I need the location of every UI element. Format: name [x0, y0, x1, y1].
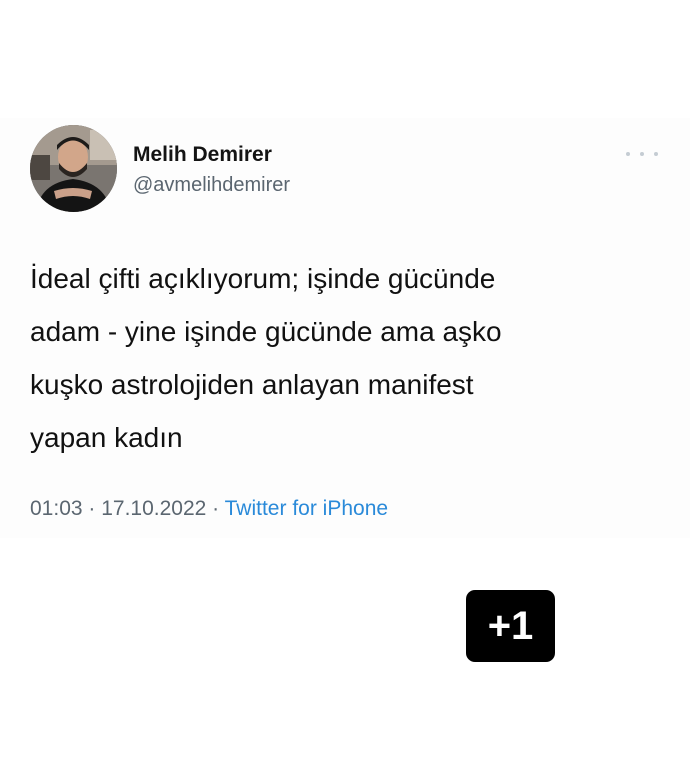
- meta-separator: ·: [82, 497, 102, 520]
- tweet-time[interactable]: 01:03: [30, 497, 83, 520]
- dot-icon: [626, 152, 630, 156]
- avatar-photo: [30, 125, 117, 212]
- more-options-icon[interactable]: [626, 149, 658, 159]
- tweet-source-link[interactable]: Twitter for iPhone: [225, 497, 388, 520]
- tweet-card: Melih Demirer @avmelihdemirer İdeal çift…: [0, 118, 690, 538]
- tweet-metadata: 01:03 · 17.10.2022 · Twitter for iPhone: [30, 497, 388, 521]
- display-name[interactable]: Melih Demirer: [133, 143, 272, 167]
- tweet-date[interactable]: 17.10.2022: [101, 497, 206, 520]
- dot-icon: [654, 152, 658, 156]
- avatar[interactable]: [30, 125, 117, 212]
- meta-separator: ·: [206, 497, 225, 520]
- dot-icon: [640, 152, 644, 156]
- plus-one-badge[interactable]: +1: [466, 590, 555, 662]
- username-handle[interactable]: @avmelihdemirer: [133, 174, 290, 197]
- tweet-text: İdeal çifti açıklıyorum; işinde gücünde …: [30, 263, 502, 453]
